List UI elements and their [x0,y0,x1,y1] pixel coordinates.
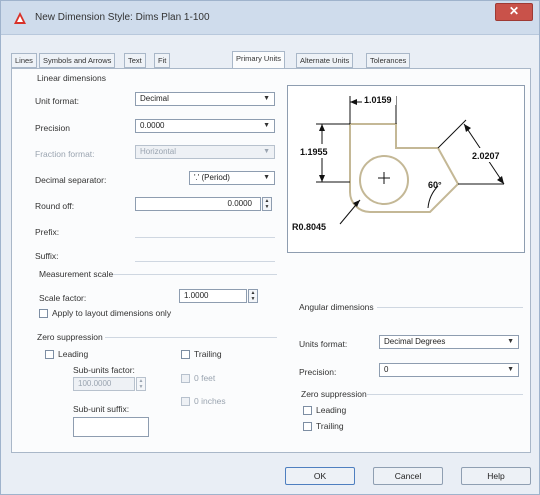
preview-dim-right: 2.0207 [472,151,500,161]
close-button[interactable]: ✕ [495,3,533,21]
scale-factor-input[interactable]: 1.0000 [179,289,247,303]
decimal-separator-select[interactable]: '.' (Period) ▼ [189,171,275,185]
prefix-input[interactable] [135,237,275,238]
window-title: New Dimension Style: Dims Plan 1-100 [35,12,210,23]
suffix-label: Suffix: [35,251,59,261]
angular-units-format-label: Units format: [299,339,348,349]
ok-button[interactable]: OK [285,467,355,485]
prefix-label: Prefix: [35,227,60,237]
checkbox-box [39,308,48,318]
fraction-format-label: Fraction format: [35,149,95,159]
checkbox-box [181,373,190,383]
dimension-preview: 1.0159 1.1955 2.0207 60° R0.8045 [287,85,525,253]
tab-lines[interactable]: Lines [11,53,37,68]
preview-dim-top: 1.0159 [364,95,392,105]
angular-precision-label: Precision: [299,367,337,377]
tab-symbols-arrows[interactable]: Symbols and Arrows [39,53,116,68]
measurement-scale-label: Measurement scale [39,269,114,279]
tab-text[interactable]: Text [124,53,146,68]
round-off-spinner[interactable]: ▲ ▼ [262,197,272,211]
chevron-down-icon: ▼ [263,174,270,181]
checkbox-box [45,349,54,359]
decimal-separator-label: Decimal separator: [35,175,107,185]
subunit-suffix-input[interactable] [73,417,149,437]
zero-feet-label: 0 feet [194,373,216,383]
subunits-factor-input[interactable]: 100.0000 [73,377,135,391]
cancel-button[interactable]: Cancel [373,467,443,485]
scale-factor-label: Scale factor: [39,293,87,303]
fraction-format-select[interactable]: Horizontal ▼ [135,145,275,159]
help-button[interactable]: Help [461,467,531,485]
zero-inches-checkbox[interactable]: 0 inches [181,396,226,406]
title-bar: New Dimension Style: Dims Plan 1-100 ✕ [1,1,539,35]
chevron-down-icon: ▼ [263,95,270,102]
preview-dim-left: 1.1955 [300,147,328,157]
subunits-factor-spinner[interactable]: ▲ ▼ [136,377,146,391]
preview-drawing: 1.0159 1.1955 2.0207 60° R0.8045 [292,93,510,232]
zero-inches-label: 0 inches [194,396,226,406]
angular-trailing-label: Trailing [316,421,344,431]
preview-dim-angle: 60° [428,180,442,190]
leading-checkbox[interactable]: Leading [45,349,88,359]
checkbox-box [303,405,312,415]
angular-dimensions-divider [377,307,523,308]
subunits-factor-label: Sub-units factor: [73,365,135,375]
trailing-label: Trailing [194,349,222,359]
linear-dimensions-label: Linear dimensions [37,73,106,83]
autocad-logo-icon [14,12,26,24]
zero-suppression-label: Zero suppression [37,332,103,342]
unit-format-value: Decimal [140,94,169,103]
tab-primary-units[interactable]: Primary Units [232,51,286,69]
checkbox-box [181,396,190,406]
precision-label: Precision [35,123,70,133]
chevron-down-icon: ▼ [507,338,514,345]
chevron-down-icon: ▼ [263,148,270,155]
fraction-format-value: Horizontal [140,147,177,156]
unit-format-label: Unit format: [35,96,79,106]
round-off-input[interactable]: 0.0000 [135,197,261,211]
chevron-down-icon: ▼ [263,122,270,129]
tab-tolerances[interactable]: Tolerances [366,53,411,68]
angular-trailing-checkbox[interactable]: Trailing [303,421,344,431]
angular-zero-divider [367,394,523,395]
checkbox-box [181,349,190,359]
angular-units-format-value: Decimal Degrees [384,337,446,346]
suffix-input[interactable] [135,261,275,262]
zero-suppression-divider [105,337,277,338]
chevron-down-icon: ▼ [507,366,514,373]
leading-label: Leading [58,349,89,359]
precision-select[interactable]: 0.0000 ▼ [135,119,275,133]
angular-units-format-select[interactable]: Decimal Degrees ▼ [379,335,519,349]
scale-factor-spinner[interactable]: ▲ ▼ [248,289,258,303]
decimal-separator-value: '.' (Period) [194,173,230,182]
angular-zero-suppression-label: Zero suppression [301,389,367,399]
angular-precision-select[interactable]: 0 ▼ [379,363,519,377]
zero-feet-checkbox[interactable]: 0 feet [181,373,215,383]
angular-leading-label: Leading [316,405,347,415]
preview-dim-radius: R0.8045 [292,222,326,232]
subunit-suffix-label: Sub-unit suffix: [73,404,130,414]
apply-layout-only-checkbox[interactable]: Apply to layout dimensions only [39,308,171,318]
round-off-label: Round off: [35,201,75,211]
checkbox-box [303,421,312,431]
apply-layout-only-label: Apply to layout dimensions only [52,308,172,318]
tab-alternate-units[interactable]: Alternate Units [296,53,354,68]
trailing-checkbox[interactable]: Trailing [181,349,222,359]
precision-value: 0.0000 [140,121,165,130]
dialog-window: New Dimension Style: Dims Plan 1-100 ✕ L… [0,0,540,495]
angular-dimensions-label: Angular dimensions [299,302,374,312]
unit-format-select[interactable]: Decimal ▼ [135,92,275,106]
angular-precision-value: 0 [384,365,389,374]
angular-leading-checkbox[interactable]: Leading [303,405,346,415]
tab-fit[interactable]: Fit [154,53,171,68]
measurement-scale-divider [113,274,277,275]
